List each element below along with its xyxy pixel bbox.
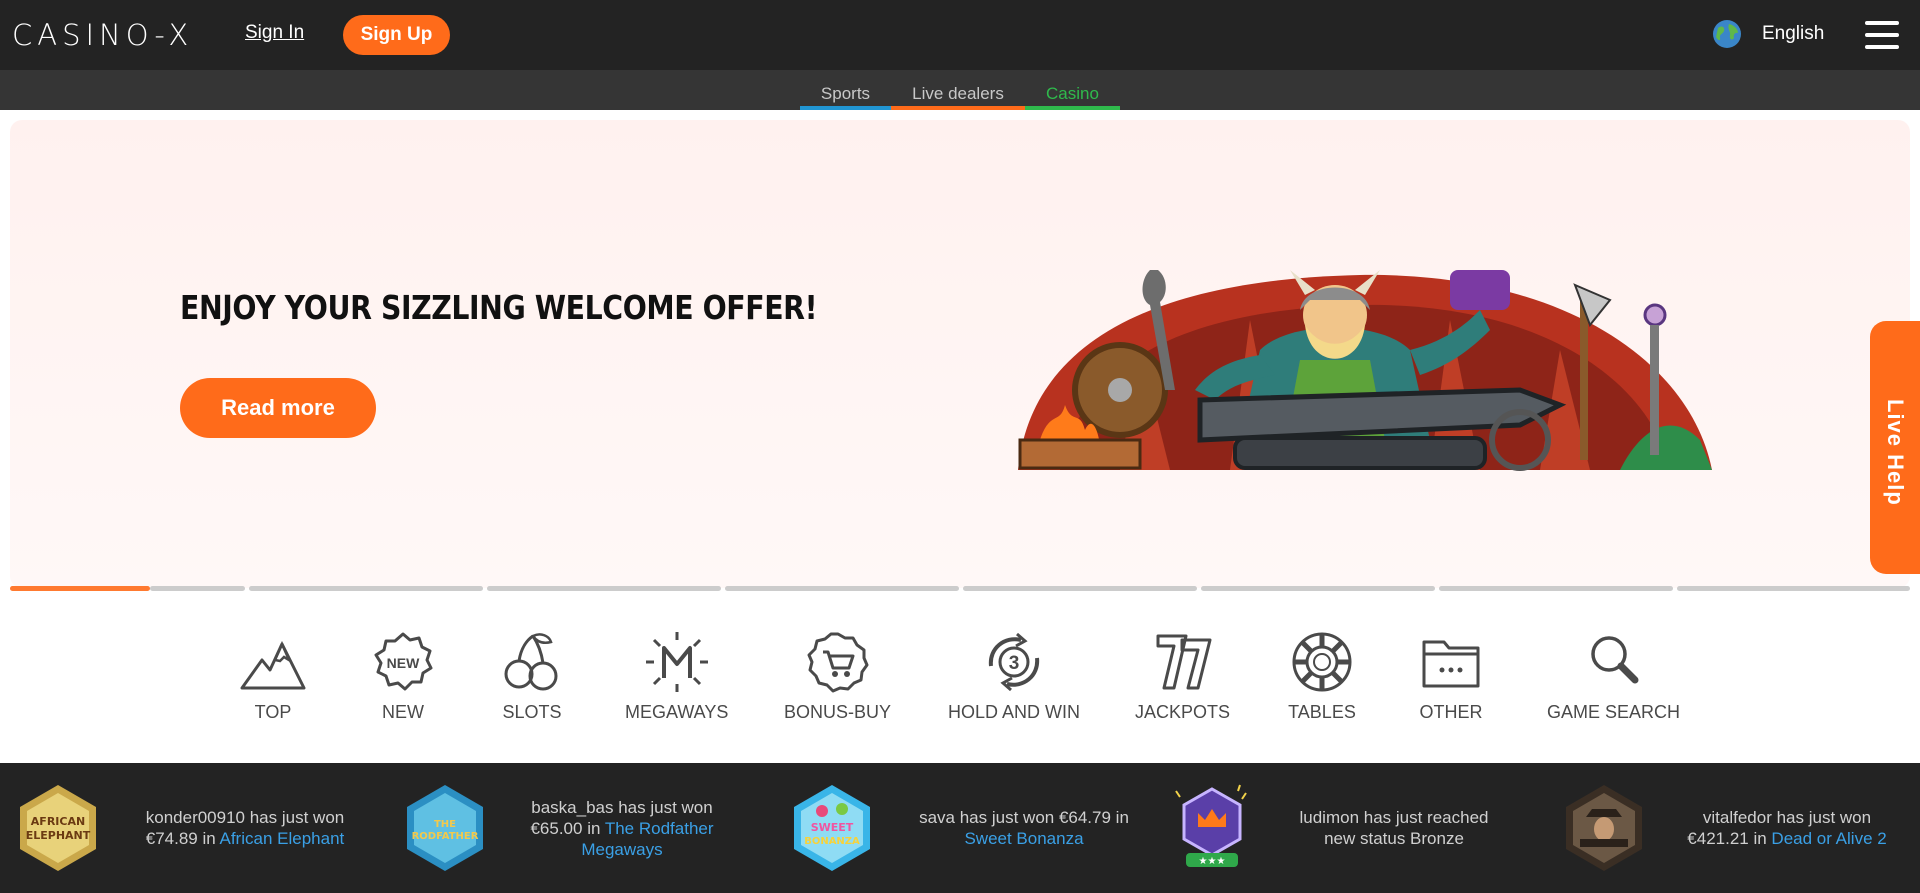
ticker-text: vitalfedor has just won bbox=[1702, 808, 1872, 827]
category-label: HOLD AND WIN bbox=[948, 702, 1081, 722]
category-label: TABLES bbox=[1288, 702, 1356, 722]
svg-text:AFRICAN: AFRICAN bbox=[31, 815, 85, 828]
sweet-bonanza-thumbnail[interactable]: SWEET BONANZA bbox=[790, 783, 874, 873]
category-other[interactable]: OTHER bbox=[1416, 630, 1486, 723]
casino-logo[interactable]: CASINO-X bbox=[12, 18, 193, 52]
viking-blacksmith-illustration bbox=[1018, 270, 1712, 471]
product-tabs: Sports Live dealers Casino bbox=[0, 70, 1920, 110]
cherries-icon bbox=[504, 633, 558, 691]
ticker-item: SWEET BONANZA sava has just won €64.79 i… bbox=[790, 783, 1144, 873]
category-jackpots[interactable]: JACKPOTS bbox=[1135, 630, 1230, 723]
folder-icon bbox=[1422, 640, 1480, 688]
sign-in-link[interactable]: Sign In bbox=[245, 22, 304, 44]
category-label: SLOTS bbox=[502, 702, 562, 722]
category-bonus-buy[interactable]: BONUS-BUY bbox=[784, 630, 891, 723]
tab-casino[interactable]: Casino bbox=[1025, 84, 1120, 110]
ticker-game-link-cont[interactable]: Megaways bbox=[507, 839, 737, 860]
svg-text:RODFATHER: RODFATHER bbox=[412, 831, 479, 842]
search-icon bbox=[1590, 636, 1639, 684]
poker-chip-icon bbox=[1292, 632, 1352, 692]
cart-badge-icon bbox=[807, 632, 868, 693]
svg-text:THE: THE bbox=[434, 819, 456, 830]
category-new[interactable]: NEW NEW bbox=[368, 630, 438, 723]
category-label: BONUS-BUY bbox=[784, 702, 892, 722]
svg-text:★★★: ★★★ bbox=[1199, 856, 1226, 867]
category-label: OTHER bbox=[1419, 702, 1483, 722]
hold-and-win-icon: 3 bbox=[988, 632, 1040, 692]
ticker-item: vitalfedor has just won €421.21 in Dead … bbox=[1562, 783, 1902, 873]
category-game-search[interactable]: GAME SEARCH bbox=[1547, 630, 1680, 723]
ticker-amount: €421.21 in bbox=[1687, 829, 1767, 848]
lucky-seven-icon bbox=[1156, 634, 1212, 690]
ticker-item: AFRICAN ELEPHANT konder00910 has just wo… bbox=[16, 783, 360, 873]
live-help-tab[interactable]: Live Help bbox=[1870, 321, 1920, 574]
svg-text:SWEET: SWEET bbox=[811, 821, 854, 834]
african-elephant-thumbnail[interactable]: AFRICAN ELEPHANT bbox=[16, 783, 100, 873]
ticker-text: konder00910 has just won bbox=[145, 808, 345, 827]
category-megaways[interactable]: MEGAWAYS bbox=[625, 630, 728, 723]
svg-text:BONANZA: BONANZA bbox=[804, 836, 860, 847]
category-slots[interactable]: SLOTS bbox=[497, 630, 567, 723]
category-label: TOP bbox=[254, 702, 292, 722]
ticker-game-link[interactable]: The Rodfather bbox=[605, 819, 714, 838]
ticker-amount: €65.00 in bbox=[530, 818, 601, 838]
slide-indicator-2[interactable] bbox=[249, 586, 483, 591]
ticker-game-link[interactable]: African Elephant bbox=[220, 829, 345, 848]
game-categories: TOP NEW NEW SLOTS MEGAWAYS BONUS-BUY 3 H… bbox=[0, 630, 1920, 750]
slide-indicator-6[interactable] bbox=[1201, 586, 1435, 591]
ticker-game-link[interactable]: Dead or Alive 2 bbox=[1771, 829, 1886, 848]
slide-indicator-1-rest[interactable] bbox=[150, 586, 245, 591]
category-label: NEW bbox=[382, 702, 424, 722]
ticker-status: new status Bronze bbox=[1324, 829, 1464, 848]
dead-or-alive-thumbnail[interactable] bbox=[1562, 783, 1646, 873]
slide-indicator-4[interactable] bbox=[725, 586, 959, 591]
category-label: MEGAWAYS bbox=[625, 702, 729, 722]
globe-icon bbox=[1713, 20, 1741, 48]
ticker-item: ★★★ ludimon has just reached new status … bbox=[1170, 783, 1504, 873]
category-hold-and-win[interactable]: 3 HOLD AND WIN bbox=[948, 630, 1080, 723]
ticker-text: sava has just won €64.79 in bbox=[919, 808, 1129, 827]
slide-indicator-8[interactable] bbox=[1677, 586, 1910, 591]
tab-live-dealers[interactable]: Live dealers bbox=[891, 84, 1025, 110]
sign-up-button[interactable]: Sign Up bbox=[343, 15, 450, 55]
ticker-amount: €74.89 in bbox=[145, 829, 216, 848]
ticker-game-link[interactable]: Sweet Bonanza bbox=[904, 828, 1144, 849]
category-top[interactable]: TOP bbox=[238, 630, 308, 723]
language-label: English bbox=[1762, 23, 1825, 44]
winners-ticker: AFRICAN ELEPHANT konder00910 has just wo… bbox=[0, 763, 1920, 893]
category-tables[interactable]: TABLES bbox=[1287, 630, 1357, 723]
svg-text:ELEPHANT: ELEPHANT bbox=[26, 829, 91, 842]
promo-banner: ENJOY YOUR SIZZLING WELCOME OFFER! Read … bbox=[10, 120, 1910, 588]
category-label: GAME SEARCH bbox=[1547, 702, 1681, 722]
ticker-text: ludimon has just reached bbox=[1299, 808, 1489, 827]
tab-sports[interactable]: Sports bbox=[800, 84, 891, 110]
ticker-item: THE RODFATHER baska_bas has just won €65… bbox=[403, 783, 737, 873]
slide-indicator-5[interactable] bbox=[963, 586, 1197, 591]
svg-text:NEW: NEW bbox=[387, 655, 420, 671]
read-more-button[interactable]: Read more bbox=[180, 378, 376, 438]
banner-headline: ENJOY YOUR SIZZLING WELCOME OFFER! bbox=[180, 288, 818, 327]
category-label: JACKPOTS bbox=[1135, 702, 1231, 722]
rodfather-thumbnail[interactable]: THE RODFATHER bbox=[403, 783, 487, 873]
top-bar: CASINO-X Sign In Sign Up English bbox=[0, 0, 1920, 70]
megaways-icon bbox=[645, 632, 708, 692]
menu-icon[interactable] bbox=[1865, 21, 1899, 49]
mountain-icon bbox=[240, 640, 306, 690]
slide-indicator-7[interactable] bbox=[1439, 586, 1673, 591]
new-badge-icon: NEW bbox=[374, 632, 433, 691]
ticker-text: baska_bas has just won bbox=[531, 797, 713, 817]
slide-indicator-1[interactable] bbox=[10, 586, 150, 591]
svg-text:3: 3 bbox=[1009, 653, 1020, 674]
language-selector[interactable]: English bbox=[1712, 19, 1824, 49]
bronze-status-badge-icon[interactable]: ★★★ bbox=[1170, 783, 1254, 873]
live-help-label: Live Help bbox=[1883, 399, 1908, 506]
slide-indicator-3[interactable] bbox=[487, 586, 721, 591]
